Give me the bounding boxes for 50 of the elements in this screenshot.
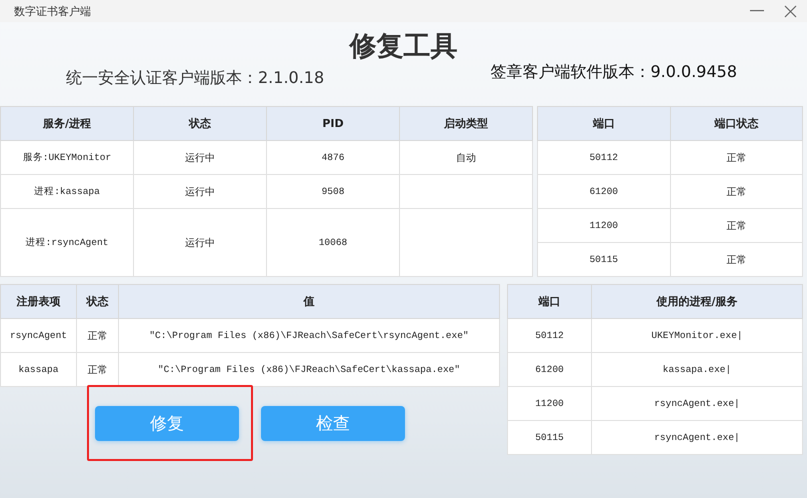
table-cell: kassapa.exe| [592,352,802,386]
column-header: 端口状态 [670,106,802,140]
table-cell: 运行中 [134,208,266,276]
table-cell: UKEYMonitor.exe| [592,318,802,352]
table-cell: "C:\Program Files (x86)\FJReach\SafeCert\rsyncAgent.exe" [118,318,500,352]
table-cell: 进程:kassapa [0,174,134,208]
table-cell: 正常 [670,140,802,174]
version-label: 统一安全认证客户端版本：2.1.0.18 [66,68,324,89]
minimize-icon[interactable] [750,10,764,12]
table-cell: 50112 [508,318,592,352]
column-header: 服务/进程 [0,106,134,140]
table-cell: rsyncAgent.exe| [592,420,802,454]
page-title: 修复工具 [350,30,458,64]
column-header: 值 [118,284,500,318]
column-header: 端口 [538,106,670,140]
column-header: 注册表项 [0,284,76,318]
table-cell: 正常 [670,174,802,208]
column-header: PID [266,106,400,140]
table-cell: 正常 [670,242,802,276]
table-cell: 运行中 [134,174,266,208]
table-cell: 自动 [400,140,532,174]
table-cell: kassapa [0,352,76,386]
column-header: 状态 [134,106,266,140]
table-cell: 进程:rsyncAgent [0,208,134,276]
table-cell: 运行中 [134,140,266,174]
table-cell: 11200 [538,208,670,242]
action-button[interactable]: 检查 [261,406,405,441]
table-cell: 11200 [508,386,592,420]
table-cell: 9508 [266,174,400,208]
table-cell: 4876 [266,140,400,174]
column-header: 使用的进程/服务 [592,284,802,318]
table-cell: 正常 [76,318,118,352]
table-cell: 正常 [670,208,802,242]
table-cell: 服务:UKEYMonitor [0,140,134,174]
close-icon[interactable] [784,4,797,18]
table-cell: 正常 [76,352,118,386]
window-title: 数字证书客户端 [14,4,91,18]
table-cell: 61200 [508,352,592,386]
table-cell: 10068 [266,208,400,276]
column-header: 状态 [76,284,118,318]
column-header: 端口 [508,284,592,318]
column-header: 启动类型 [400,106,532,140]
table-cell: 50115 [508,420,592,454]
table-cell: rsyncAgent [0,318,76,352]
table-cell: 50115 [538,242,670,276]
table-cell: 50112 [538,140,670,174]
action-button[interactable]: 修复 [95,406,239,441]
version-label: 签章客户端软件版本：9.0.0.9458 [490,62,737,83]
table-cell: 61200 [538,174,670,208]
table-cell: rsyncAgent.exe| [592,386,802,420]
